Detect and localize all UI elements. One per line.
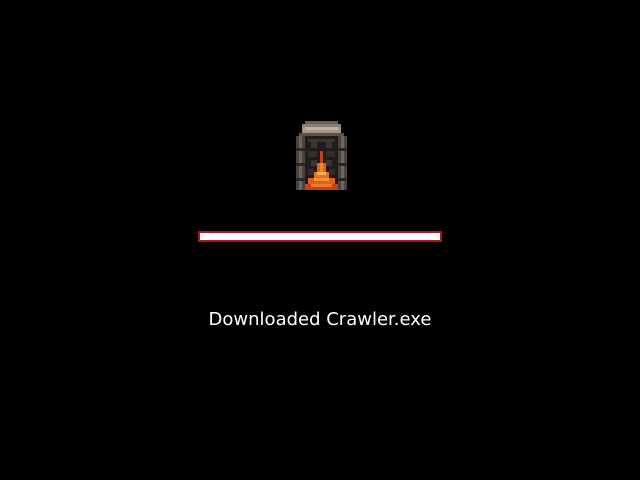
lava-furnace-icon (296, 121, 347, 190)
status-message: Downloaded Crawler.exe (208, 309, 432, 330)
download-progress-bar (198, 231, 442, 242)
progress-bar-fill (200, 233, 440, 240)
